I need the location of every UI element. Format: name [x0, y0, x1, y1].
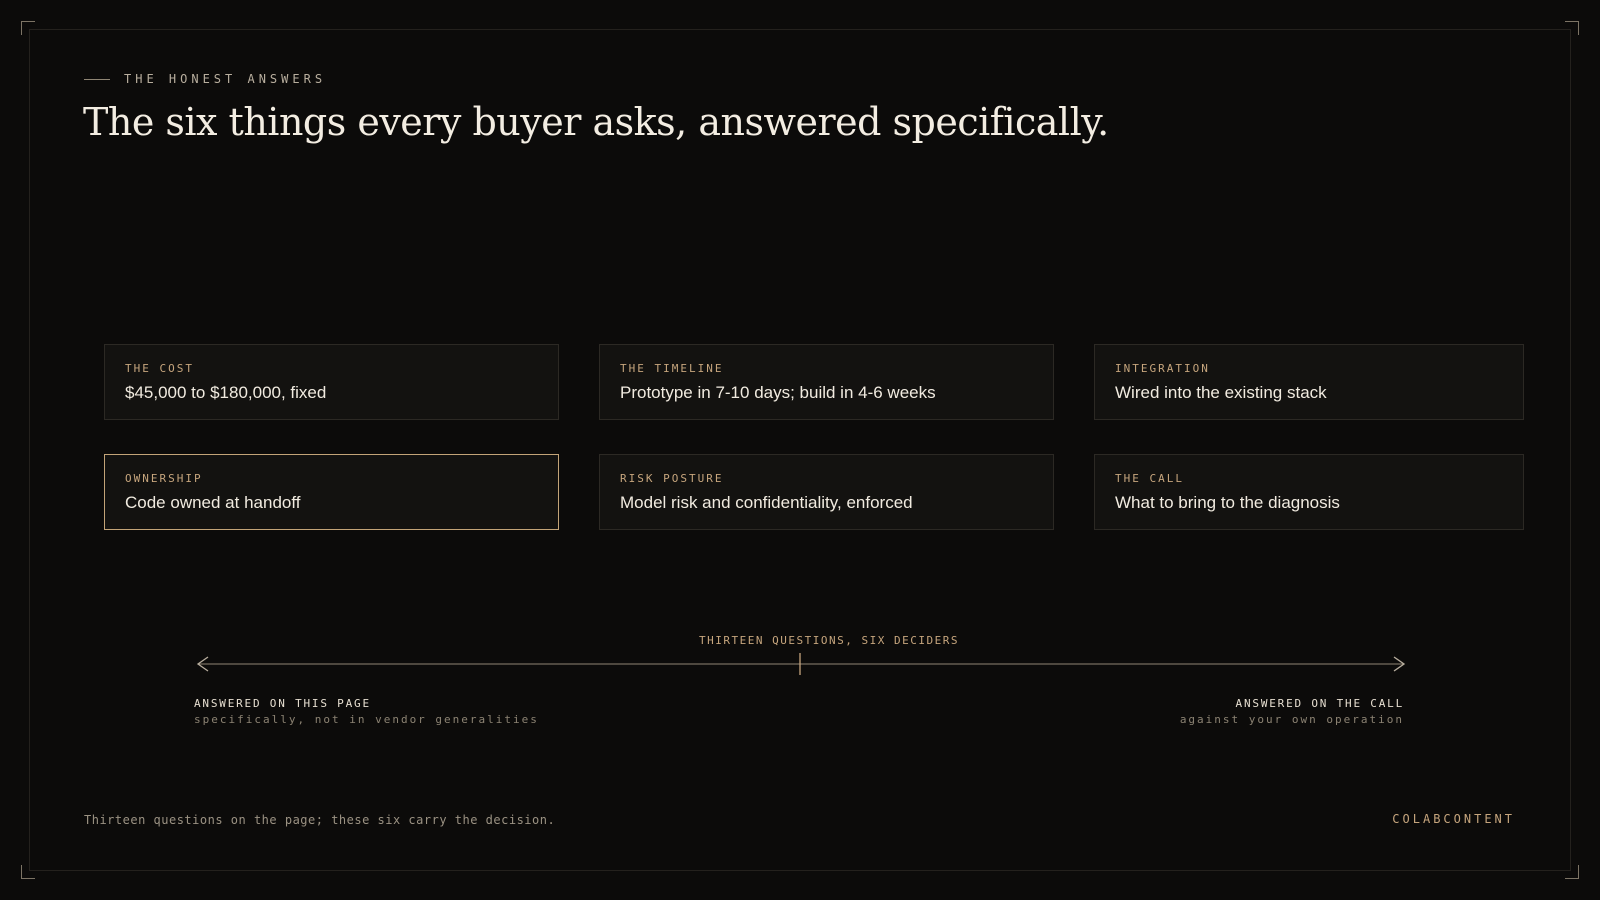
card-value: What to bring to the diagnosis: [1115, 493, 1340, 512]
card-value: Model risk and confidentiality, enforced: [620, 493, 913, 512]
eyebrow: THE HONEST ANSWERS: [84, 72, 326, 86]
card-the-call[interactable]: THE CALL What to bring to the diagnosis: [1094, 454, 1524, 530]
card-label: THE CALL: [1115, 472, 1184, 485]
page-title: The six things every buyer asks, answere…: [83, 100, 1109, 144]
axis-end-right-subtitle: against your own operation: [1179, 713, 1404, 726]
corner-mark-bottom-right: [1565, 865, 1579, 879]
corner-mark-bottom-left: [21, 865, 35, 879]
corner-mark-top-left: [21, 21, 35, 35]
card-timeline[interactable]: THE TIMELINE Prototype in 7-10 days; bui…: [599, 344, 1054, 420]
card-label: THE COST: [125, 362, 194, 375]
axis-end-right: ANSWERED ON THE CALL against your own op…: [1180, 697, 1404, 726]
eyebrow-rule: [84, 78, 110, 80]
card-value: Wired into the existing stack: [1115, 383, 1327, 402]
corner-mark-top-right: [1565, 21, 1579, 35]
card-risk-posture[interactable]: RISK POSTURE Model risk and confidential…: [599, 454, 1054, 530]
card-cost[interactable]: THE COST $45,000 to $180,000, fixed: [104, 344, 559, 420]
axis-end-left: ANSWERED ON THIS PAGE specifically, not …: [194, 697, 539, 726]
card-label: THE TIMELINE: [620, 362, 724, 375]
footer-note: Thirteen questions on the page; these si…: [84, 813, 556, 827]
eyebrow-text: THE HONEST ANSWERS: [124, 72, 327, 86]
card-label: OWNERSHIP: [125, 472, 203, 485]
card-value: $45,000 to $180,000, fixed: [125, 383, 327, 402]
answer-cards: THE COST $45,000 to $180,000, fixed THE …: [104, 344, 1524, 530]
card-label: RISK POSTURE: [620, 472, 724, 485]
card-label: INTEGRATION: [1115, 362, 1210, 375]
spectrum-axis: [196, 653, 1406, 675]
card-integration[interactable]: INTEGRATION Wired into the existing stac…: [1094, 344, 1524, 420]
axis-end-left-title: ANSWERED ON THIS PAGE: [194, 697, 371, 710]
card-value: Prototype in 7-10 days; build in 4-6 wee…: [620, 383, 936, 402]
axis-end-left-subtitle: specifically, not in vendor generalities: [194, 713, 539, 726]
brand-wordmark: COLABCONTENT: [1392, 812, 1515, 826]
axis-end-right-title: ANSWERED ON THE CALL: [1235, 697, 1404, 710]
card-value: Code owned at handoff: [125, 493, 301, 512]
card-ownership[interactable]: OWNERSHIP Code owned at handoff: [104, 454, 559, 530]
axis-title: THIRTEEN QUESTIONS, SIX DECIDERS: [699, 634, 959, 647]
